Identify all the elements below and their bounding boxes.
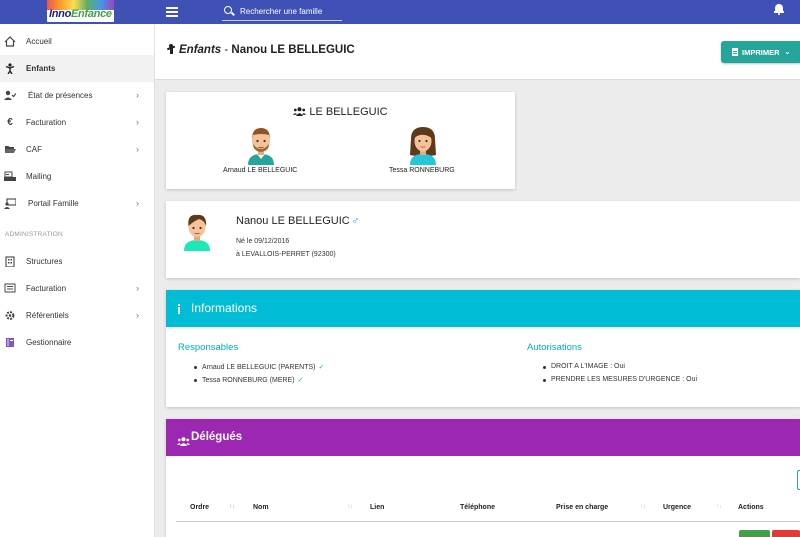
chevron-right-icon: ›: [136, 90, 139, 100]
informations-title: Informations: [191, 301, 258, 315]
logo-text: InnoEnfance: [49, 8, 112, 20]
female-avatar-icon[interactable]: [406, 125, 440, 165]
sidebar-item-facturation[interactable]: € Facturation ›: [0, 109, 154, 136]
portal-icon: [4, 198, 17, 209]
search-icon: [224, 6, 232, 14]
hamburger-menu-icon[interactable]: [166, 5, 178, 19]
book-icon: [4, 337, 16, 348]
delegues-title: Délégués: [191, 431, 243, 443]
column-header-telephone[interactable]: Téléphone: [460, 504, 495, 511]
child-card: Nanou LE BELLEGUIC ♂ Né le 09/12/2016 à L…: [166, 201, 800, 278]
check-icon: ✓: [297, 377, 304, 384]
user-check-icon: [4, 90, 17, 101]
sidebar-item-label: Structures: [26, 257, 63, 266]
chevron-right-icon: ›: [136, 144, 139, 154]
column-header-actions: Actions: [738, 504, 764, 511]
child-birth-date: Né le 09/12/2016: [236, 238, 290, 245]
autorisation-item: PRENDRE LES MESURES D'URGENCE : Oui: [542, 376, 698, 383]
sidebar-item-label: Mailing: [26, 172, 52, 181]
page-header: Enfants - Nanou LE BELLEGUIC IMPRIMER ⌄: [155, 24, 800, 80]
gear-icon: [4, 310, 16, 321]
sidebar-section-label: ADMINISTRATION: [5, 231, 63, 238]
sidebar-item-mailing[interactable]: Mailing: [0, 163, 154, 190]
responsable-item: Tessa RONNEBURG (MERE) ✓: [193, 377, 304, 384]
sidebar-item-etat-presences[interactable]: État de présences ›: [0, 82, 154, 109]
search-input[interactable]: [240, 3, 360, 19]
sort-icon[interactable]: ↑↓: [347, 504, 353, 510]
euro-icon: €: [7, 117, 13, 128]
sidebar-item-label: Facturation: [26, 118, 67, 127]
male-gender-icon: ♂: [351, 216, 360, 227]
table-divider: [176, 521, 800, 522]
page-title: Enfants - Nanou LE BELLEGUIC: [166, 44, 355, 56]
sidebar-item-portail-famille[interactable]: Portail Famille ›: [0, 190, 154, 217]
sidebar-item-label: Accueil: [26, 37, 52, 46]
sidebar-item-structures[interactable]: Structures: [0, 248, 154, 275]
chevron-down-icon: ⌄: [784, 49, 791, 56]
child-name: Nanou LE BELLEGUIC ♂: [236, 215, 360, 227]
column-header-lien[interactable]: Lien: [370, 504, 384, 511]
male-avatar-icon[interactable]: [245, 125, 277, 165]
bell-icon[interactable]: [774, 3, 784, 15]
column-header-urgence[interactable]: Urgence: [663, 504, 691, 511]
print-button[interactable]: IMPRIMER ⌄: [721, 41, 800, 63]
column-header-nom[interactable]: Nom: [253, 504, 269, 511]
family-card: LE BELLEGUIC Arnaud LE BELLEGUIC Tessa R…: [166, 92, 515, 189]
family-title: LE BELLEGUIC: [166, 106, 515, 118]
chevron-right-icon: ›: [136, 283, 139, 293]
delegues-header: Délégués: [166, 419, 800, 456]
child-icon: [4, 63, 16, 75]
sidebar-item-admin-facturation[interactable]: Facturation ›: [0, 275, 154, 302]
sidebar-item-referentiels[interactable]: Référentiels ›: [0, 302, 154, 329]
autorisation-item: DROIT A L'IMAGE : Oui: [543, 363, 625, 370]
sidebar-item-caf[interactable]: CAF ›: [0, 136, 154, 163]
chevron-right-icon: ›: [136, 310, 139, 320]
autorisations-title: Autorisations: [527, 342, 582, 353]
sort-icon[interactable]: ↑↓: [640, 504, 646, 510]
chevron-right-icon: ›: [136, 198, 139, 208]
child-icon: [166, 44, 176, 54]
sidebar-item-enfants[interactable]: Enfants: [0, 55, 154, 82]
sidebar-item-gestionnaire[interactable]: Gestionnaire: [0, 329, 154, 356]
sidebar-item-label: CAF: [26, 145, 42, 154]
responsable-item: Arnaud LE BELLEGUIC (PARENTS) ✓: [193, 364, 325, 371]
home-icon: [4, 36, 16, 47]
responsables-title: Responsables: [178, 342, 239, 353]
sidebar-item-label: Enfants: [26, 64, 56, 73]
building-icon: [4, 256, 16, 268]
child-birth-place: à LEVALLOIS-PERRET (92300): [236, 251, 336, 258]
sidebar: Accueil Enfants État de présences › € Fa…: [0, 24, 155, 537]
edit-button[interactable]: [739, 530, 770, 537]
informations-header: Informations: [166, 290, 800, 327]
boy-avatar-icon: [182, 211, 212, 251]
mailing-icon: [4, 171, 16, 182]
sidebar-item-label: Référentiels: [26, 311, 69, 320]
top-bar: InnoEnfance: [0, 0, 800, 24]
users-icon: [293, 107, 307, 116]
sidebar-item-label: Facturation: [26, 284, 67, 293]
sidebar-item-accueil[interactable]: Accueil: [0, 28, 154, 55]
chevron-right-icon: ›: [136, 117, 139, 127]
delegues-card: Délégués Ordre ↑↓ Nom ↑↓ Lien Téléphone …: [166, 419, 800, 537]
sidebar-item-label: État de présences: [28, 91, 93, 100]
family-member-name[interactable]: Arnaud LE BELLEGUIC: [223, 167, 297, 174]
column-header-ordre[interactable]: Ordre: [190, 504, 209, 511]
info-icon: [177, 304, 181, 314]
family-member-name[interactable]: Tessa RONNEBURG: [389, 167, 455, 174]
folder-open-icon: [4, 144, 16, 155]
users-icon: [177, 433, 190, 446]
search-box: [222, 2, 360, 21]
sidebar-item-label: Portail Famille: [28, 199, 79, 208]
informations-card: Informations Responsables Arnaud LE BELL…: [166, 290, 800, 407]
app-logo[interactable]: InnoEnfance: [47, 0, 114, 22]
document-icon: [732, 48, 738, 56]
column-header-prise-en-charge[interactable]: Prise en charge: [556, 504, 608, 511]
list-icon: [4, 283, 16, 294]
sort-asc-icon[interactable]: ↑↓: [229, 504, 235, 510]
delete-button[interactable]: [772, 530, 800, 537]
sidebar-item-label: Gestionnaire: [26, 338, 72, 347]
check-icon: ✓: [318, 364, 325, 371]
sort-icon[interactable]: ↑↓: [716, 504, 722, 510]
